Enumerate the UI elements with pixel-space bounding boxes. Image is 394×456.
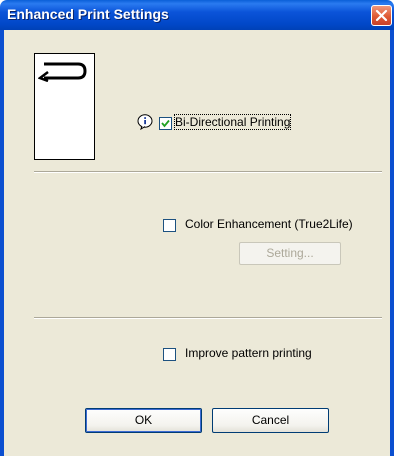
enhanced-print-settings-dialog: Enhanced Print Settings Bi-Directional P…	[0, 0, 394, 456]
dialog-body: Bi-Directional Printing Color Enhancemen…	[4, 30, 390, 456]
title-bar[interactable]: Enhanced Print Settings	[0, 0, 394, 30]
close-button[interactable]	[371, 5, 392, 26]
close-x-icon	[375, 9, 388, 22]
checkmark-icon	[161, 119, 170, 128]
info-balloon-icon[interactable]	[137, 114, 153, 131]
bidirectional-printing-checkbox[interactable]	[159, 117, 172, 130]
bidirectional-printing-label[interactable]: Bi-Directional Printing	[173, 114, 292, 130]
window-frame-right	[390, 30, 394, 456]
separator-bottom	[34, 317, 382, 319]
dialog-title: Enhanced Print Settings	[7, 6, 169, 22]
ok-button[interactable]: OK	[85, 408, 202, 433]
setting-button[interactable]: Setting...	[239, 242, 341, 265]
separator-top	[34, 171, 382, 173]
improve-pattern-printing-checkbox[interactable]	[163, 348, 176, 361]
bidirectional-paper-preview-icon	[38, 62, 87, 82]
improve-pattern-printing-label[interactable]: Improve pattern printing	[185, 346, 312, 360]
color-enhancement-label[interactable]: Color Enhancement (True2Life)	[185, 217, 353, 231]
color-enhancement-checkbox[interactable]	[163, 219, 176, 232]
cancel-button[interactable]: Cancel	[212, 408, 329, 433]
print-direction-preview	[34, 53, 95, 160]
